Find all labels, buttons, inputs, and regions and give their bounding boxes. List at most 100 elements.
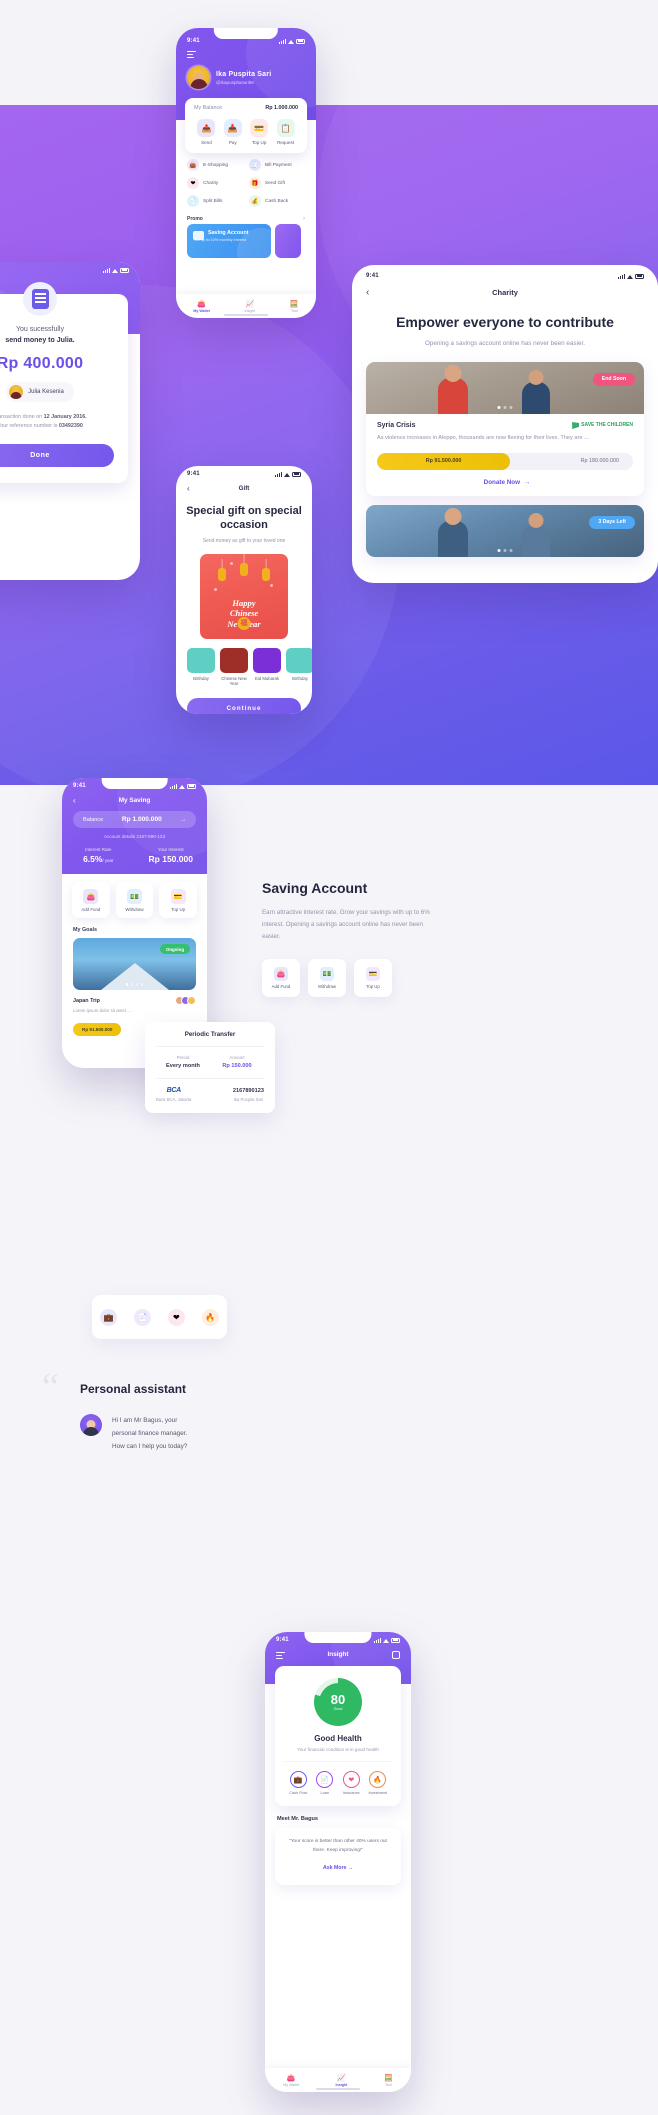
saving-action-add-fund[interactable]: 👛 Add Fund — [72, 882, 110, 918]
wifi-icon — [288, 39, 294, 44]
chevron-right-icon[interactable]: › — [303, 216, 305, 222]
tab-tool[interactable]: 🧮 Tool — [384, 2075, 393, 2088]
insight-category-investment[interactable]: 🔥 Investment — [365, 1771, 392, 1795]
tab-label: My Wallet — [283, 2083, 299, 2088]
menu-item-bill-payment[interactable]: 🧾 Bill Payment — [249, 159, 305, 171]
withdraw-icon: 💵 — [127, 889, 142, 904]
signal-icon — [618, 273, 625, 279]
insight-category-cash-flow[interactable]: 💼 Cash Flow — [285, 1771, 312, 1795]
status-badge: End Soon — [592, 372, 635, 386]
tab-label: Tool — [290, 309, 298, 314]
gift-theme-option[interactable]: Birthday — [286, 647, 312, 688]
user-profile[interactable]: Ika Puspita Sari @ikapuspitasari88 — [176, 59, 316, 90]
gift-theme-option[interactable]: Chinese New Year — [220, 647, 248, 688]
quick-action-request[interactable]: 📋 Request — [273, 119, 298, 145]
insight-category-loan[interactable]: 📄 Loan — [312, 1771, 339, 1795]
insight-category-insurance[interactable]: ❤ Insurance — [338, 1771, 365, 1795]
menu-item-label: Bill Payment — [265, 162, 292, 168]
health-score-card: 80 Good Good Health Your financial condi… — [275, 1666, 401, 1806]
goal-name: Japan Trip — [73, 997, 100, 1004]
meta-ref-label: Your reference number is — [0, 422, 59, 429]
menu-row: 📄 Split Bills 💰 Cash Back — [187, 195, 305, 207]
back-chevron-left-icon[interactable]: ‹ — [366, 287, 369, 298]
heart-icon: ❤ — [187, 177, 199, 189]
gift-nav: ‹ Gift — [176, 477, 312, 494]
gift-subheading: Send money as gift to your loved one — [202, 537, 286, 544]
donate-now-button[interactable]: Donate Now → — [377, 479, 633, 486]
feature-card-label: Withdraw — [318, 984, 336, 990]
campaign-photo-subject — [521, 381, 550, 414]
feature-card-top-up[interactable]: 💳 Top Up — [354, 959, 392, 998]
menu-item-send-gift[interactable]: 🎁 Send Gift — [249, 177, 305, 189]
status-bar: 9:41 — [366, 268, 644, 279]
tab-tool[interactable]: 🧮 Tool — [290, 301, 299, 314]
tab-my-wallet[interactable]: 👛 My Wallet — [193, 301, 209, 314]
campaign-card[interactable]: End Soon Syria Crisis SAVE THE CHILDREN … — [366, 361, 644, 496]
continue-button[interactable]: Continue — [187, 698, 301, 714]
menu-item-split-bills[interactable]: 📄 Split Bills — [187, 195, 243, 207]
done-button[interactable]: Done — [0, 444, 114, 468]
insight-category-label: Loan — [320, 1791, 329, 1795]
insurance-icon[interactable]: ❤ — [167, 1308, 185, 1326]
hamburger-icon[interactable] — [276, 1652, 285, 1660]
quick-action-top-up[interactable]: 💳 Top Up — [247, 119, 272, 145]
success-message: You sucessfully send money to Julia. — [0, 325, 114, 347]
tab-label: Insight — [335, 2083, 348, 2088]
charity-subheading: Opening a savings account online has nev… — [425, 339, 585, 347]
arrow-right-icon[interactable]: → — [180, 817, 186, 823]
gift-theme-option[interactable]: Eid Mubarak — [253, 647, 281, 688]
quick-action-send[interactable]: 📤 Send — [194, 119, 219, 145]
campaign-photo-subject — [521, 524, 550, 557]
back-chevron-left-icon[interactable]: ‹ — [73, 796, 76, 805]
campaign-description: As violence increases in Aleppo, thousan… — [377, 434, 589, 441]
success-line-1: You sucessfully — [16, 326, 64, 333]
tab-insight[interactable]: 📈 Insight — [245, 301, 256, 314]
back-chevron-left-icon[interactable]: ‹ — [187, 484, 190, 493]
promo-carousel[interactable]: Saving Account Get up to 10% monthly int… — [176, 224, 316, 258]
insurance-icon: ❤ — [342, 1771, 360, 1788]
charity-heading: Empower everyone to contribute — [396, 314, 614, 330]
qr-icon[interactable] — [392, 1651, 400, 1659]
campaign-title-row: Syria Crisis SAVE THE CHILDREN — [377, 421, 633, 429]
gift-theme-option[interactable]: Birthday — [187, 647, 215, 688]
carousel-dots[interactable] — [125, 983, 144, 986]
withdraw-icon: 💵 — [320, 967, 334, 982]
score-ring: 80 Good — [314, 1678, 362, 1726]
saving-action-withdraw[interactable]: 💵 Withdraw — [115, 882, 154, 918]
donation-progress-bar: Rp 91.500.000 Rp 180.000.000 — [377, 452, 633, 470]
user-handle: @ikapuspitasari88 — [216, 79, 254, 85]
assistant-message: Hi I am Mr Bagus, your personal finance … — [112, 1414, 187, 1453]
status-icons — [170, 783, 196, 789]
saving-action-top-up[interactable]: 💳 Top Up — [159, 882, 198, 918]
promo-card-sub: Get up to 10% monthly interest — [194, 238, 247, 242]
campaign-card[interactable]: 3 Days Left — [366, 504, 644, 557]
tab-insight[interactable]: 📈 Insight — [336, 2075, 348, 2088]
gift-card-preview[interactable]: Happy Chinese New Year 福 — [200, 553, 288, 639]
carousel-dots[interactable] — [497, 548, 513, 552]
cash-flow-icon[interactable]: 💼 — [100, 1308, 118, 1326]
feature-card-add-fund[interactable]: 👛 Add Fund — [262, 959, 300, 998]
quick-action-pay[interactable]: 📥 Pay — [220, 119, 245, 145]
feature-card-withdraw[interactable]: 💵 Withdraw — [308, 959, 346, 998]
saving-balance-pill[interactable]: Balance Rp 1.000.000 → — [73, 811, 196, 828]
ask-more-button[interactable]: Ask More → — [323, 1865, 353, 1871]
promo-card-saving-account[interactable]: Saving Account Get up to 10% monthly int… — [187, 224, 271, 258]
menu-row: 👜 E-Shopping 🧾 Bill Payment — [187, 159, 305, 171]
bank-branch: Bank BCA, Jakarta — [156, 1097, 192, 1102]
carousel-dots[interactable] — [497, 405, 513, 409]
tool-icon: 🧮 — [383, 2074, 393, 2082]
goal-amount-badge: Rp 91.500.000 — [73, 1023, 122, 1036]
menu-item-charity[interactable]: ❤ Charity — [187, 177, 243, 189]
promo-card-next[interactable] — [275, 224, 301, 258]
menu-item-cash-back[interactable]: 💰 Cash Back — [249, 195, 305, 207]
menu-item-e-shopping[interactable]: 👜 E-Shopping — [187, 159, 243, 171]
assistant-quote-card: "Your score is better than other 40% use… — [275, 1828, 401, 1885]
personal-assistant-block: “ Personal assistant Hi I am Mr Bagus, y… — [42, 1368, 257, 1453]
pay-icon: 📥 — [223, 119, 242, 137]
investment-icon[interactable]: 🔥 — [201, 1308, 219, 1326]
hamburger-icon[interactable] — [187, 51, 196, 58]
lantern-icon — [262, 567, 270, 581]
loan-icon[interactable]: 📄 — [134, 1308, 152, 1326]
success-card: You sucessfully send money to Julia. Rp … — [0, 282, 128, 484]
tab-my-wallet[interactable]: 👛 My Wallet — [283, 2075, 299, 2088]
